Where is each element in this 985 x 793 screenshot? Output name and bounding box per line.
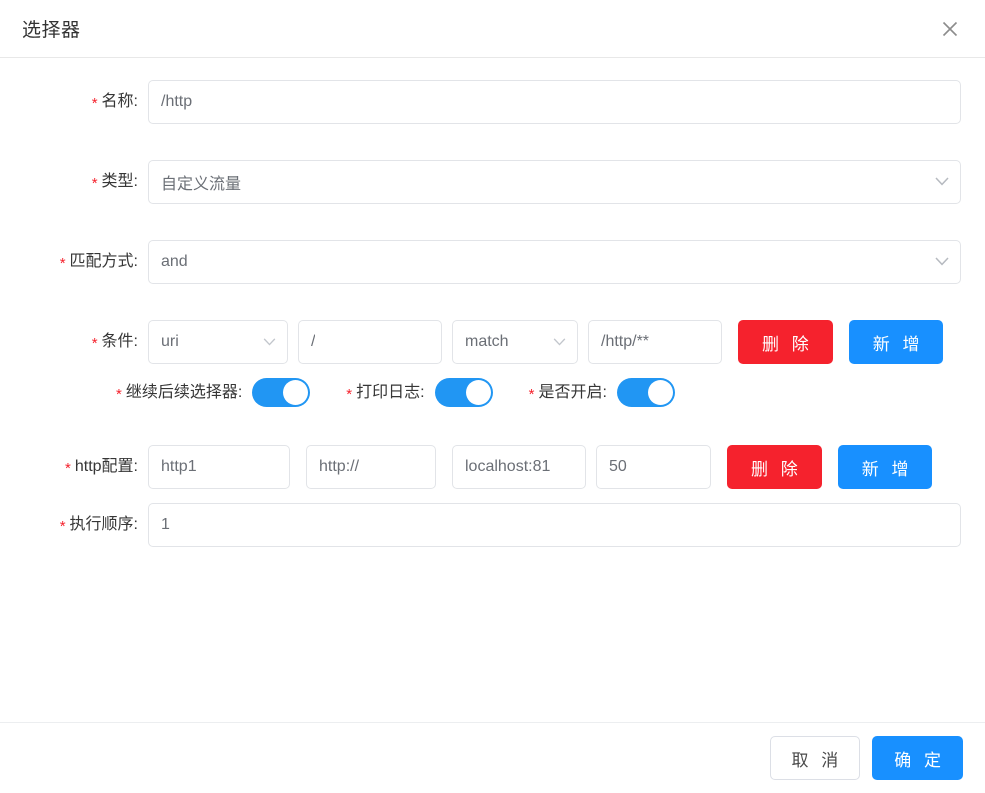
- type-row: * 类型: 自定义流量: [24, 160, 961, 204]
- order-input[interactable]: 1: [148, 503, 961, 547]
- continue-selector-switch-group: * 继续后续选择器:: [116, 378, 311, 407]
- type-select[interactable]: 自定义流量: [148, 160, 961, 204]
- dialog-title: 选择器: [22, 20, 81, 41]
- continue-selector-label: * 继续后续选择器:: [116, 383, 242, 403]
- chevron-down-icon: [263, 333, 276, 351]
- condition-add-button[interactable]: 新 增: [848, 320, 944, 364]
- required-asterisk: *: [59, 255, 66, 272]
- order-row: * 执行顺序: 1: [24, 503, 961, 547]
- print-log-toggle[interactable]: [434, 378, 493, 407]
- http-protocol-value: http://: [319, 458, 360, 475]
- required-asterisk: *: [65, 460, 71, 477]
- http-host-input[interactable]: localhost:81: [452, 445, 586, 489]
- http-host-value: localhost:81: [465, 458, 551, 475]
- required-asterisk: *: [91, 175, 98, 192]
- required-asterisk: *: [59, 518, 66, 535]
- type-select-value: 自定义流量: [161, 176, 242, 193]
- condition-field-input[interactable]: /: [298, 320, 442, 364]
- condition-label-text: 条件:: [101, 333, 138, 350]
- print-log-label: * 打印日志:: [346, 383, 424, 403]
- required-asterisk: *: [91, 95, 98, 112]
- chevron-down-icon: [553, 333, 566, 351]
- condition-field-value: uri: [161, 333, 179, 350]
- cancel-button[interactable]: 取 消: [769, 736, 861, 780]
- order-input-value: 1: [161, 516, 170, 533]
- http-name-input[interactable]: http1: [148, 445, 290, 489]
- enabled-switch-group: * 是否开启:: [529, 378, 675, 407]
- type-label-text: 类型:: [101, 173, 138, 190]
- type-label: * 类型:: [24, 172, 148, 192]
- http-config-label-text: http配置:: [74, 458, 138, 475]
- print-log-label-text: 打印日志:: [356, 383, 425, 401]
- close-icon[interactable]: [937, 16, 963, 42]
- condition-label: * 条件:: [24, 332, 148, 352]
- required-asterisk: *: [91, 335, 98, 352]
- http-weight-value: 50: [609, 458, 627, 475]
- condition-field-select[interactable]: uri: [148, 320, 288, 364]
- chevron-down-icon: [935, 173, 949, 191]
- print-log-switch-group: * 打印日志:: [346, 378, 493, 407]
- dialog-body: * 名称: /http * 类型: 自定义流量 * 匹配方式: and * 条件…: [0, 58, 985, 722]
- match-mode-select[interactable]: and: [148, 240, 961, 284]
- continue-selector-toggle[interactable]: [252, 378, 311, 407]
- http-config-label: * http配置:: [24, 457, 148, 477]
- continue-selector-label-text: 继续后续选择器:: [125, 383, 243, 401]
- name-row: * 名称: /http: [24, 80, 961, 124]
- http-protocol-input[interactable]: http://: [306, 445, 436, 489]
- http-delete-button[interactable]: 删 除: [727, 445, 822, 489]
- condition-operator-value: match: [465, 333, 509, 350]
- condition-row: * 条件: uri / match /http/** 删 除 新 增: [24, 320, 961, 364]
- chevron-down-icon: [935, 253, 949, 271]
- required-asterisk: *: [346, 385, 353, 403]
- dialog-footer: 取 消 确 定: [0, 722, 985, 793]
- dialog-header: 选择器: [0, 0, 985, 58]
- name-input[interactable]: /http: [148, 80, 961, 124]
- condition-field-input-value: /: [311, 333, 316, 350]
- toggle-knob: [465, 380, 491, 405]
- match-mode-label: * 匹配方式:: [24, 252, 148, 272]
- toggle-knob: [283, 380, 309, 405]
- http-config-row: * http配置: http1 http:// localhost:81 50 删…: [24, 445, 961, 489]
- condition-operator-select[interactable]: match: [452, 320, 578, 364]
- condition-operand-value: /http/**: [601, 333, 650, 350]
- toggle-knob: [647, 380, 673, 405]
- http-weight-input[interactable]: 50: [596, 445, 711, 489]
- match-mode-label-text: 匹配方式:: [69, 253, 138, 270]
- name-label-text: 名称:: [101, 93, 138, 110]
- order-label: * 执行顺序:: [24, 515, 148, 535]
- enabled-toggle[interactable]: [616, 378, 675, 407]
- selector-dialog: 选择器 * 名称: /http * 类型: 自定义流量 * 匹配方式: and …: [0, 0, 985, 793]
- condition-delete-button[interactable]: 删 除: [738, 320, 833, 364]
- match-mode-row: * 匹配方式: and: [24, 240, 961, 284]
- switch-row: * 继续后续选择器: * 打印日志: * 是否开启:: [24, 378, 961, 407]
- http-name-value: http1: [161, 458, 197, 475]
- name-input-value: /http: [161, 93, 193, 110]
- match-mode-select-value: and: [161, 253, 188, 270]
- enabled-label: * 是否开启:: [529, 383, 607, 403]
- required-asterisk: *: [528, 385, 535, 403]
- condition-operand-input[interactable]: /http/**: [588, 320, 722, 364]
- confirm-button[interactable]: 确 定: [872, 736, 963, 780]
- name-label: * 名称:: [24, 92, 148, 112]
- enabled-label-text: 是否开启:: [538, 383, 607, 401]
- order-label-text: 执行顺序:: [69, 516, 138, 533]
- http-add-button[interactable]: 新 增: [837, 445, 933, 489]
- required-asterisk: *: [116, 385, 122, 403]
